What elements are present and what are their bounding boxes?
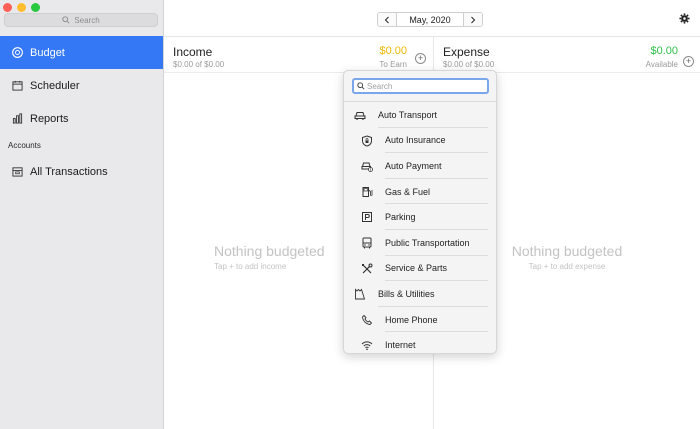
category-label: Home Phone: [385, 314, 438, 325]
car-icon: [354, 112, 366, 120]
income-title: Income: [173, 45, 213, 59]
category-label: Service & Parts: [385, 263, 448, 274]
category-item-bills-utilities[interactable]: Bills & Utilities: [344, 281, 496, 307]
budget-icon: [12, 47, 23, 58]
category-label: Auto Insurance: [385, 135, 446, 146]
shield-lock-icon: [362, 135, 372, 147]
tools-icon: [362, 263, 373, 273]
sidebar-item-label: Reports: [30, 112, 69, 125]
category-item-public-transportation[interactable]: Public Transportation: [344, 230, 496, 256]
category-list: Auto Transport Auto Insurance Auto Payme…: [344, 102, 496, 358]
category-label: Parking: [385, 212, 416, 223]
inbox-icon: [12, 167, 23, 177]
toolbar: May, 2020: [164, 0, 700, 37]
sidebar-item-label: Scheduler: [30, 79, 80, 92]
wifi-icon: [361, 341, 373, 351]
phone-icon: [362, 314, 373, 325]
sidebar-item-all-transactions[interactable]: All Transactions: [0, 155, 163, 188]
plus-icon: +: [685, 56, 692, 66]
chevron-right-icon: [471, 16, 476, 23]
income-header: Income $0.00 of $0.00 $0.00 To Earn +: [164, 37, 433, 73]
category-item-auto-payment[interactable]: Auto Payment: [344, 153, 496, 179]
category-label: Public Transportation: [385, 237, 470, 248]
category-label: Gas & Fuel: [385, 186, 431, 197]
sidebar-search-field[interactable]: Search: [4, 13, 158, 27]
expense-subtitle: $0.00 of $0.00: [443, 60, 495, 69]
plus-icon: +: [417, 53, 424, 63]
bus-icon: [362, 237, 372, 249]
sidebar-item-label: All Transactions: [30, 165, 108, 178]
income-subtitle: $0.00 of $0.00: [173, 60, 225, 69]
category-item-home-phone[interactable]: Home Phone: [344, 307, 496, 333]
category-popover: Auto Transport Auto Insurance Auto Payme…: [343, 70, 497, 354]
category-search-field[interactable]: [352, 78, 489, 94]
category-label: Auto Payment: [385, 160, 442, 171]
current-month-label[interactable]: May, 2020: [396, 13, 464, 26]
expense-title: Expense: [443, 45, 490, 59]
expense-amount: $0.00: [650, 45, 678, 57]
category-item-internet[interactable]: Internet: [344, 332, 496, 358]
sidebar-accounts-nav: All Transactions: [0, 155, 163, 188]
category-label: Internet: [385, 340, 416, 351]
previous-month-button[interactable]: [378, 13, 396, 26]
window-controls: [3, 3, 40, 12]
calendar-icon: [12, 80, 23, 91]
add-income-button[interactable]: +: [415, 53, 426, 64]
month-navigator: May, 2020: [377, 12, 483, 27]
sidebar-nav: Budget Scheduler Reports: [0, 36, 163, 135]
expense-amount-label: Available: [645, 60, 678, 69]
sidebar-search-placeholder: Search: [74, 15, 100, 25]
category-item-gas-fuel[interactable]: Gas & Fuel: [344, 179, 496, 205]
category-item-parking[interactable]: Parking: [344, 204, 496, 230]
gear-icon[interactable]: [679, 13, 690, 24]
sidebar-item-reports[interactable]: Reports: [0, 102, 163, 135]
search-icon: [357, 82, 365, 90]
add-expense-button[interactable]: +: [683, 56, 694, 67]
category-item-auto-transport[interactable]: Auto Transport: [344, 102, 496, 128]
category-label: Bills & Utilities: [378, 288, 435, 299]
category-item-service-parts[interactable]: Service & Parts: [344, 256, 496, 282]
expense-header: Expense $0.00 of $0.00 $0.00 Available +: [434, 37, 700, 73]
zoom-window-button[interactable]: [31, 3, 40, 12]
parking-icon: [362, 212, 372, 223]
sidebar-item-label: Budget: [30, 46, 65, 59]
chart-icon: [12, 113, 23, 124]
accounts-section-label: Accounts: [8, 141, 41, 150]
search-icon: [62, 16, 70, 24]
sidebar-item-budget[interactable]: Budget: [0, 36, 163, 69]
chevron-left-icon: [384, 16, 389, 23]
car-payment-icon: [361, 162, 373, 173]
next-month-button[interactable]: [464, 13, 482, 26]
category-label: Auto Transport: [378, 109, 438, 120]
minimize-window-button[interactable]: [17, 3, 26, 12]
category-item-auto-insurance[interactable]: Auto Insurance: [344, 128, 496, 154]
close-window-button[interactable]: [3, 3, 12, 12]
sidebar: Search Budget Scheduler Reports Accounts…: [0, 0, 164, 429]
category-search-input[interactable]: [367, 81, 477, 91]
income-amount-label: To Earn: [379, 60, 407, 69]
bill-icon: [355, 288, 366, 300]
app-window: Search Budget Scheduler Reports Accounts…: [0, 0, 700, 429]
fuel-pump-icon: [362, 186, 373, 197]
income-amount: $0.00: [379, 45, 407, 57]
sidebar-item-scheduler[interactable]: Scheduler: [0, 69, 163, 102]
